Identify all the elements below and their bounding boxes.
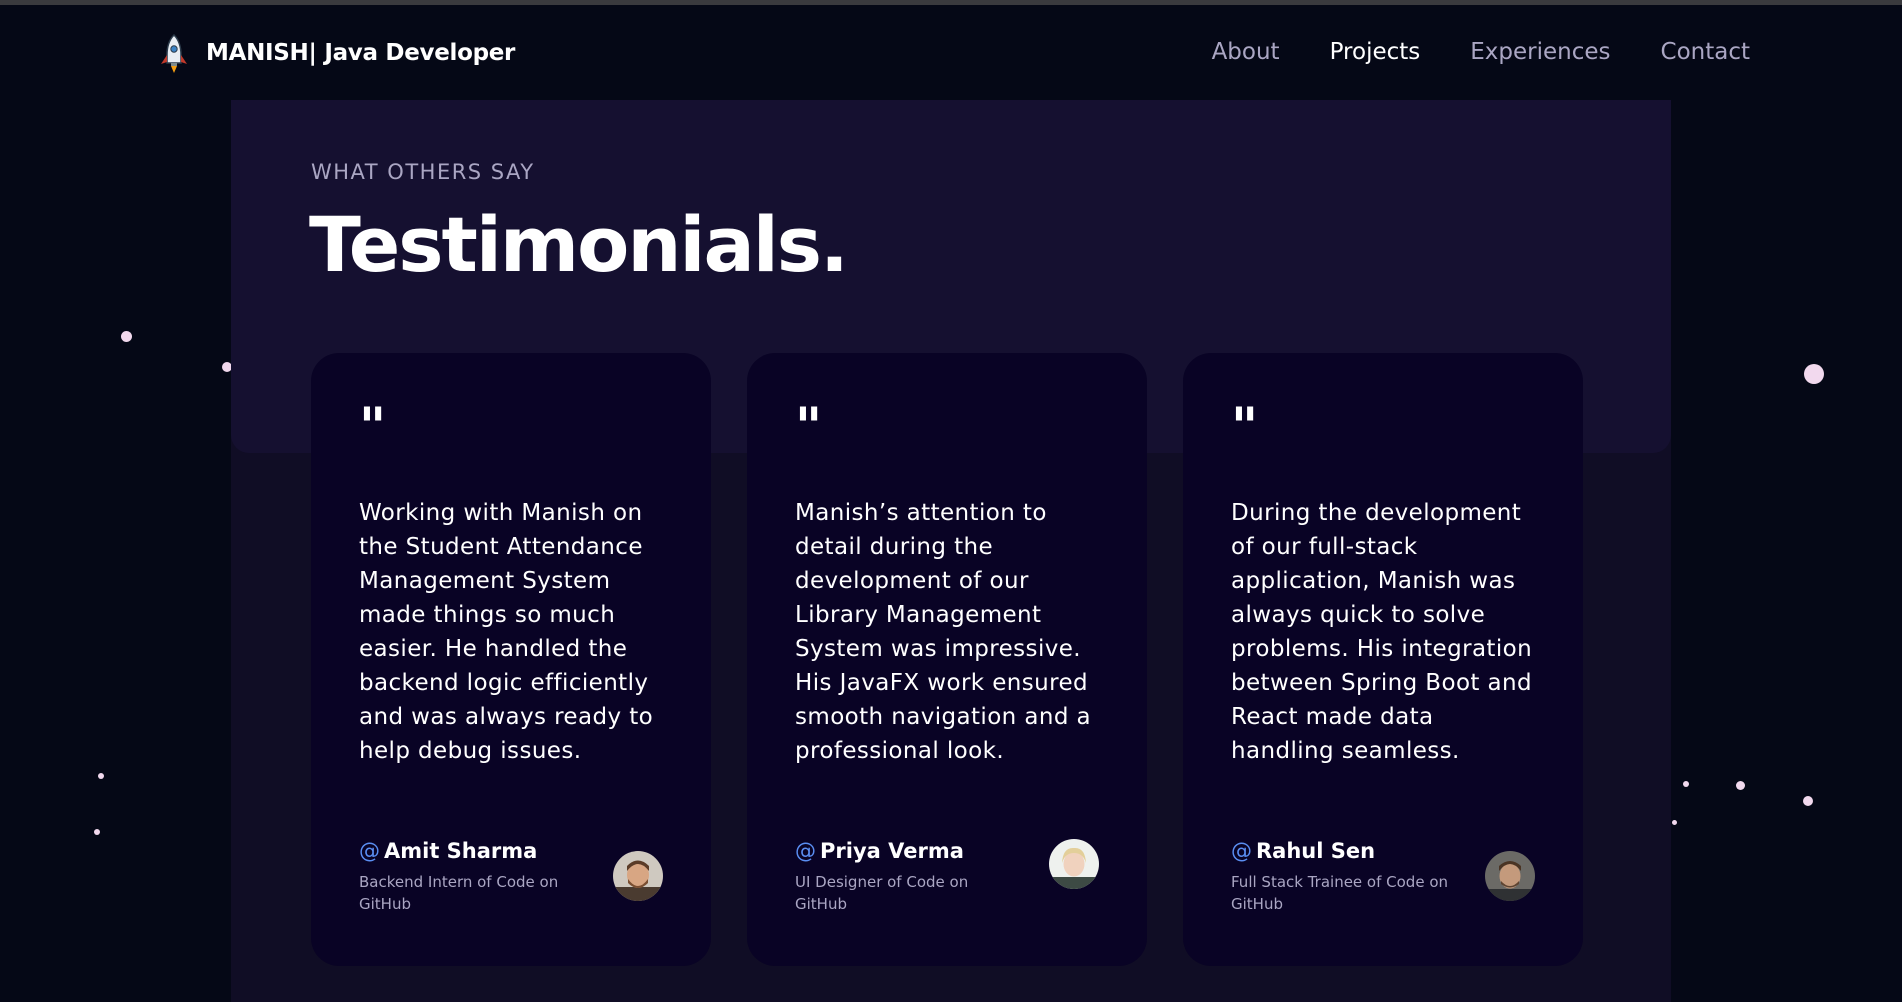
star	[1803, 796, 1813, 806]
star	[1736, 781, 1745, 790]
star	[98, 773, 104, 779]
nav-link-about[interactable]: About	[1212, 39, 1280, 65]
author-role: Backend Intern of Code on GitHub	[359, 873, 559, 913]
avatar	[1049, 839, 1099, 889]
section-eyebrow: WHAT OTHERS SAY	[311, 160, 535, 184]
at-sign: @	[359, 839, 380, 863]
quote-icon: "	[359, 397, 387, 457]
testimonials-section: WHAT OTHERS SAY Testimonials. " Working …	[231, 100, 1671, 1002]
testimonial-text: During the development of our full-stack…	[1231, 500, 1533, 764]
avatar	[613, 851, 663, 901]
author-name-line: @ Amit Sharma	[359, 839, 663, 863]
author-role: Full Stack Trainee of Code on GitHub	[1231, 873, 1449, 913]
quote-icon: "	[795, 397, 823, 457]
star	[121, 331, 132, 342]
brand-name: MANISH| Java Developer	[206, 40, 516, 66]
star	[1683, 781, 1689, 787]
avatar	[1485, 851, 1535, 901]
testimonial-text: Manish’s attention to detail during the …	[795, 500, 1092, 764]
author-name: Priya Verma	[820, 839, 964, 863]
author-name-line: @ Rahul Sen	[1231, 839, 1535, 863]
at-sign: @	[1231, 839, 1252, 863]
testimonial-text: Working with Manish on the Student Atten…	[359, 500, 654, 764]
testimonial-list: " Working with Manish on the Student Att…	[311, 353, 1583, 966]
brand-link[interactable]: MANISH| Java Developer	[152, 31, 515, 75]
testimonial-card: " During the development of our full-sta…	[1183, 353, 1583, 966]
star	[94, 829, 100, 835]
quote-icon: "	[1231, 397, 1259, 457]
nav-links: About Projects Experiences Contact	[1212, 39, 1750, 65]
rocket-icon	[161, 33, 187, 73]
navbar: MANISH| Java Developer About Projects Ex…	[0, 5, 1902, 100]
author-name: Amit Sharma	[384, 839, 538, 863]
at-sign: @	[795, 839, 816, 863]
star	[1804, 364, 1824, 384]
nav-link-projects[interactable]: Projects	[1330, 39, 1421, 65]
testimonial-card: " Manish’s attention to detail during th…	[747, 353, 1147, 966]
testimonial-card: " Working with Manish on the Student Att…	[311, 353, 711, 966]
star	[1672, 820, 1677, 825]
nav-link-experiences[interactable]: Experiences	[1470, 39, 1610, 65]
nav-link-contact[interactable]: Contact	[1661, 39, 1750, 65]
author-role: UI Designer of Code on GitHub	[795, 873, 969, 913]
section-title: Testimonials.	[309, 200, 849, 289]
author-name: Rahul Sen	[1256, 839, 1376, 863]
